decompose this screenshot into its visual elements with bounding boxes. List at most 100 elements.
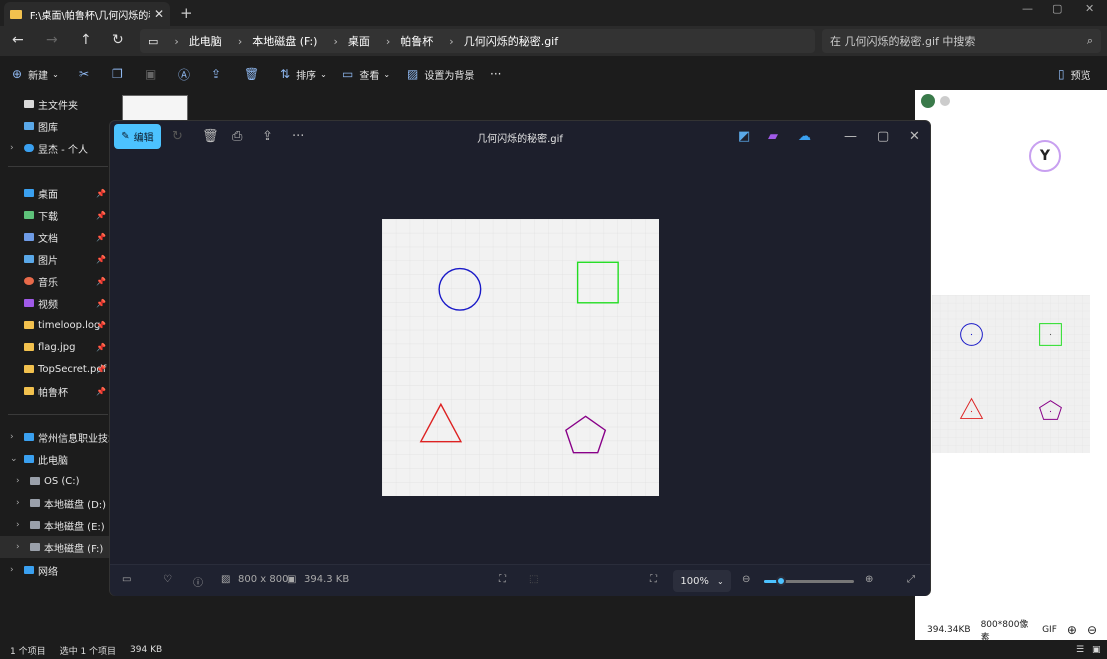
preview-format: GIF [1042,625,1057,635]
close-window-icon[interactable]: ✕ [1085,2,1094,15]
zoom-out-icon[interactable]: ⊖ [1087,623,1097,637]
new-button[interactable]: ⊕ 新建 ⌄ [12,67,59,82]
pin-icon: 📌 [96,232,106,242]
more-options-icon[interactable]: ··· [490,67,501,81]
fullscreen-icon[interactable]: ⤢ [907,574,915,585]
share-icon[interactable]: ⇪ [211,67,221,81]
chevron-right-icon[interactable]: › [16,542,20,552]
chevron-down-icon: ⌄ [52,69,59,79]
sidebar-item-topsecret[interactable]: TopSecret.pdf 📌 [0,358,110,380]
new-tab-button[interactable]: + [180,4,193,22]
sidebar-item-timeloop[interactable]: timeloop.log 📌 [0,314,110,336]
new-label: 新建 [28,70,49,82]
sidebar-item-school[interactable]: › 常州信息职业技术学 [0,426,110,448]
sidebar-item-music[interactable]: 音乐 📌 [0,270,110,292]
cut-icon[interactable]: ✂ [79,67,89,81]
zoom-out-icon[interactable]: ⊖ [742,574,750,585]
copy-icon[interactable]: ❐ [112,67,123,81]
forward-icon[interactable]: → [46,32,58,48]
zoom-in-icon[interactable]: ⊕ [865,574,873,585]
sidebar-item-pictures[interactable]: 图片 📌 [0,248,110,270]
sort-button[interactable]: ⇅ 排序 ⌄ [280,67,327,82]
view-button[interactable]: ▭ 查看 ⌄ [342,67,390,82]
sidebar-item-this-pc[interactable]: ⌄ 此电脑 [0,448,110,470]
info-icon[interactable]: ⓘ [193,574,203,589]
rename-icon[interactable]: Ⓐ [178,66,190,83]
designer-icon[interactable]: ◩ [738,129,750,144]
minimize-icon[interactable]: — [1022,2,1033,15]
chevron-right-icon[interactable]: › [10,143,14,153]
preview-gif [932,295,1090,453]
sidebar-item-documents[interactable]: 文档 📌 [0,226,110,248]
preview-icon: ▯ [1058,67,1065,81]
folder-icon [24,343,34,351]
view-label: 查看 [359,70,380,82]
text-recognition-icon[interactable]: ⬚ [529,574,538,585]
favorite-icon[interactable]: ♡ [163,574,172,585]
refresh-icon[interactable]: ↻ [112,32,124,48]
details-view-icon[interactable]: ☰ [1076,645,1084,655]
screen-capture-icon[interactable]: ⛶ [499,574,506,585]
breadcrumb-item[interactable]: 几何闪烁的秘密.gif [464,33,558,49]
zoom-select[interactable]: 100% ⌄ [673,570,731,592]
file-size-icon: ▣ [287,574,297,585]
tiles-view-icon[interactable]: ▣ [1092,645,1101,655]
maximize-icon[interactable]: ▢ [877,129,889,144]
fit-to-window-icon[interactable]: ⛶ [650,574,657,585]
sidebar-item-drive-c[interactable]: › OS (C:) [0,470,110,492]
breadcrumb-item[interactable]: 本地磁盘 (F:) [252,33,317,49]
set-background-button[interactable]: ▨ 设置为背景 [407,67,474,82]
chevron-right-icon[interactable]: › [16,476,20,486]
sidebar-item-home[interactable]: 主文件夹 [0,93,110,115]
chevron-right-icon[interactable]: › [10,565,14,575]
preview-pane-button[interactable]: ▯ 预览 [1058,67,1091,82]
sidebar-item-label: 本地磁盘 (E:) [44,521,105,533]
sidebar-item-network[interactable]: › 网络 [0,559,110,581]
back-icon[interactable]: ← [12,32,24,48]
chevron-right-icon[interactable]: › [16,520,20,530]
filmstrip-icon[interactable]: ▭ [122,574,131,585]
chevron-right-icon[interactable]: › [10,432,14,442]
sidebar-item-flag[interactable]: flag.jpg 📌 [0,336,110,358]
breadcrumb-item[interactable]: 桌面 [348,33,370,49]
breadcrumb-item[interactable]: 帕鲁杯 [400,33,433,49]
image-canvas[interactable] [382,219,659,496]
zoom-slider[interactable] [764,576,854,586]
clipchamp-icon[interactable]: ▰ [768,129,778,144]
sidebar-item-drive-e[interactable]: › 本地磁盘 (E:) [0,514,110,536]
paste-icon[interactable]: ▣ [145,67,156,81]
sidebar-item-onedrive[interactable]: › 昱杰 - 个人 [0,137,110,159]
sidebar-item-drive-d[interactable]: › 本地磁盘 (D:) [0,492,110,514]
maximize-icon[interactable]: ▢ [1052,2,1062,15]
selected-count: 选中 1 个项目 [59,646,117,657]
search-input[interactable]: 在 几何闪烁的秘密.gif 中搜索 ⌕ [822,29,1101,53]
chevron-right-icon[interactable]: › [16,498,20,508]
zoom-in-icon[interactable]: ⊕ [1067,623,1077,637]
breadcrumb-item[interactable]: 此电脑 [189,33,222,49]
close-tab-icon[interactable]: ✕ [154,7,164,21]
delete-icon[interactable]: 🗑 [244,67,259,81]
sidebar-item-label: 音乐 [38,277,58,289]
sidebar-item-gallery[interactable]: 图库 [0,115,110,137]
avatar[interactable] [921,94,935,108]
photo-viewer-window: ✎ 编辑 ↻ 🗑 ⎙ ⇪ ··· 几何闪烁的秘密.gif ◩ ▰ ☁ — ▢ ✕ [109,120,931,596]
sidebar-item-downloads[interactable]: 下载 📌 [0,204,110,226]
close-icon[interactable]: ✕ [909,129,920,144]
onedrive-icon[interactable]: ☁ [798,129,811,144]
address-bar[interactable]: ▭ › 此电脑 › 本地磁盘 (F:) › 桌面 › 帕鲁杯 › 几何闪烁的秘密… [140,29,815,53]
view-icon: ▭ [342,67,354,81]
minimize-icon[interactable]: — [844,129,857,144]
sidebar-item-palu[interactable]: 帕鲁杯 📌 [0,380,110,402]
navigation-bar: ← → ↑ ↻ ▭ › 此电脑 › 本地磁盘 (F:) › 桌面 › 帕鲁杯 ›… [0,26,1107,56]
sidebar-item-desktop[interactable]: 桌面 📌 [0,182,110,204]
chevron-down-icon[interactable]: ⌄ [10,454,18,464]
sidebar-item-label: 文档 [38,233,58,245]
video-icon [24,299,34,307]
sidebar-item-videos[interactable]: 视频 📌 [0,292,110,314]
zoom-slider-handle[interactable] [776,576,786,586]
sidebar-item-drive-f[interactable]: › 本地磁盘 (F:) [0,536,110,558]
up-icon[interactable]: ↑ [80,32,92,48]
search-icon[interactable]: ⌕ [1087,34,1093,48]
tab-explorer[interactable]: F:\桌面\帕鲁杯\几何闪烁的秘密 ✕ [4,2,170,26]
sidebar-item-label: 下载 [38,211,58,223]
